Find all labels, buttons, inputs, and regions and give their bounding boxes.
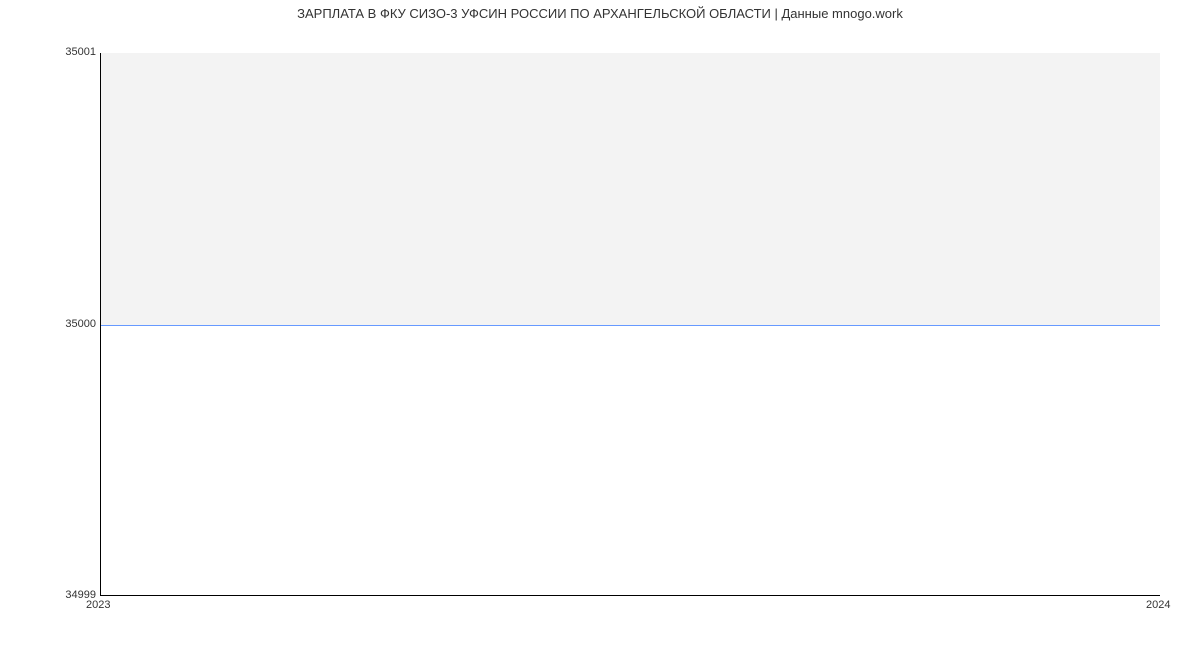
chart-fill-above-line	[101, 53, 1160, 325]
y-tick-min: 34999	[6, 590, 96, 601]
chart-container: ЗАРПЛАТА В ФКУ СИЗО-3 УФСИН РОССИИ ПО АР…	[0, 0, 1200, 650]
chart-title: ЗАРПЛАТА В ФКУ СИЗО-3 УФСИН РОССИИ ПО АР…	[0, 6, 1200, 21]
y-tick-max: 35001	[6, 47, 96, 58]
x-tick-end: 2024	[1146, 600, 1170, 611]
plot-area	[100, 53, 1160, 596]
x-tick-start: 2023	[86, 600, 110, 611]
chart-data-line	[101, 325, 1160, 326]
y-tick-mid: 35000	[6, 319, 96, 330]
